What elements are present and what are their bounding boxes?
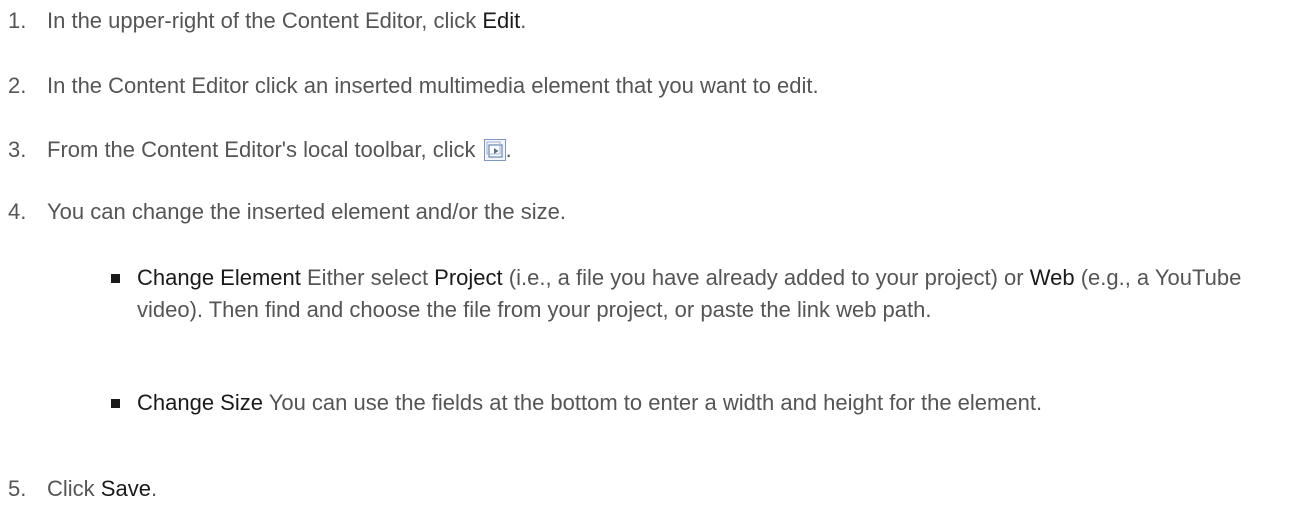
change-size-label: Change Size xyxy=(137,390,263,415)
web-label: Web xyxy=(1029,265,1075,290)
bullet-square-icon xyxy=(111,399,120,408)
step-number: 1. xyxy=(8,8,27,33)
step-text: In the Content Editor click an inserted … xyxy=(47,73,819,98)
step-text: You can change the inserted element and/… xyxy=(47,199,566,224)
bullet-text-part: (i.e., a file you have already added to … xyxy=(502,265,1030,290)
step-text-part: . xyxy=(520,8,527,33)
step-text-part: In the upper-right of the Content Editor… xyxy=(47,8,483,33)
step-text-part: Click xyxy=(47,476,101,501)
step-number: 5. xyxy=(8,476,27,501)
bullet-change-size: Change Size You can use the fields at th… xyxy=(111,387,1291,419)
bullet-text: Change Element Either select Project (i.… xyxy=(137,262,1291,326)
step-text: Click Save. xyxy=(47,476,157,502)
edit-label: Edit xyxy=(482,8,521,33)
step-text-part: . xyxy=(505,137,512,162)
bullet-change-element: Change Element Either select Project (i.… xyxy=(111,262,1291,326)
step-number: 2. xyxy=(8,73,27,98)
bullet-text: Change Size You can use the fields at th… xyxy=(137,387,1291,419)
save-label: Save xyxy=(100,476,151,501)
bullet-square-icon xyxy=(111,274,120,283)
step-number: 3. xyxy=(8,137,27,162)
bullet-text-part: You can use the fields at the bottom to … xyxy=(262,390,1043,415)
multimedia-toolbar-icon xyxy=(483,139,506,161)
step-text: In the upper-right of the Content Editor… xyxy=(47,8,526,34)
change-element-label: Change Element xyxy=(137,265,301,290)
step-number: 4. xyxy=(8,199,27,224)
step-text-part: From the Content Editor's local toolbar,… xyxy=(47,137,482,162)
step-text-part: . xyxy=(150,476,158,501)
bullet-text-part: Either select xyxy=(300,265,435,290)
project-label: Project xyxy=(434,265,503,290)
step-text: From the Content Editor's local toolbar,… xyxy=(47,137,512,163)
